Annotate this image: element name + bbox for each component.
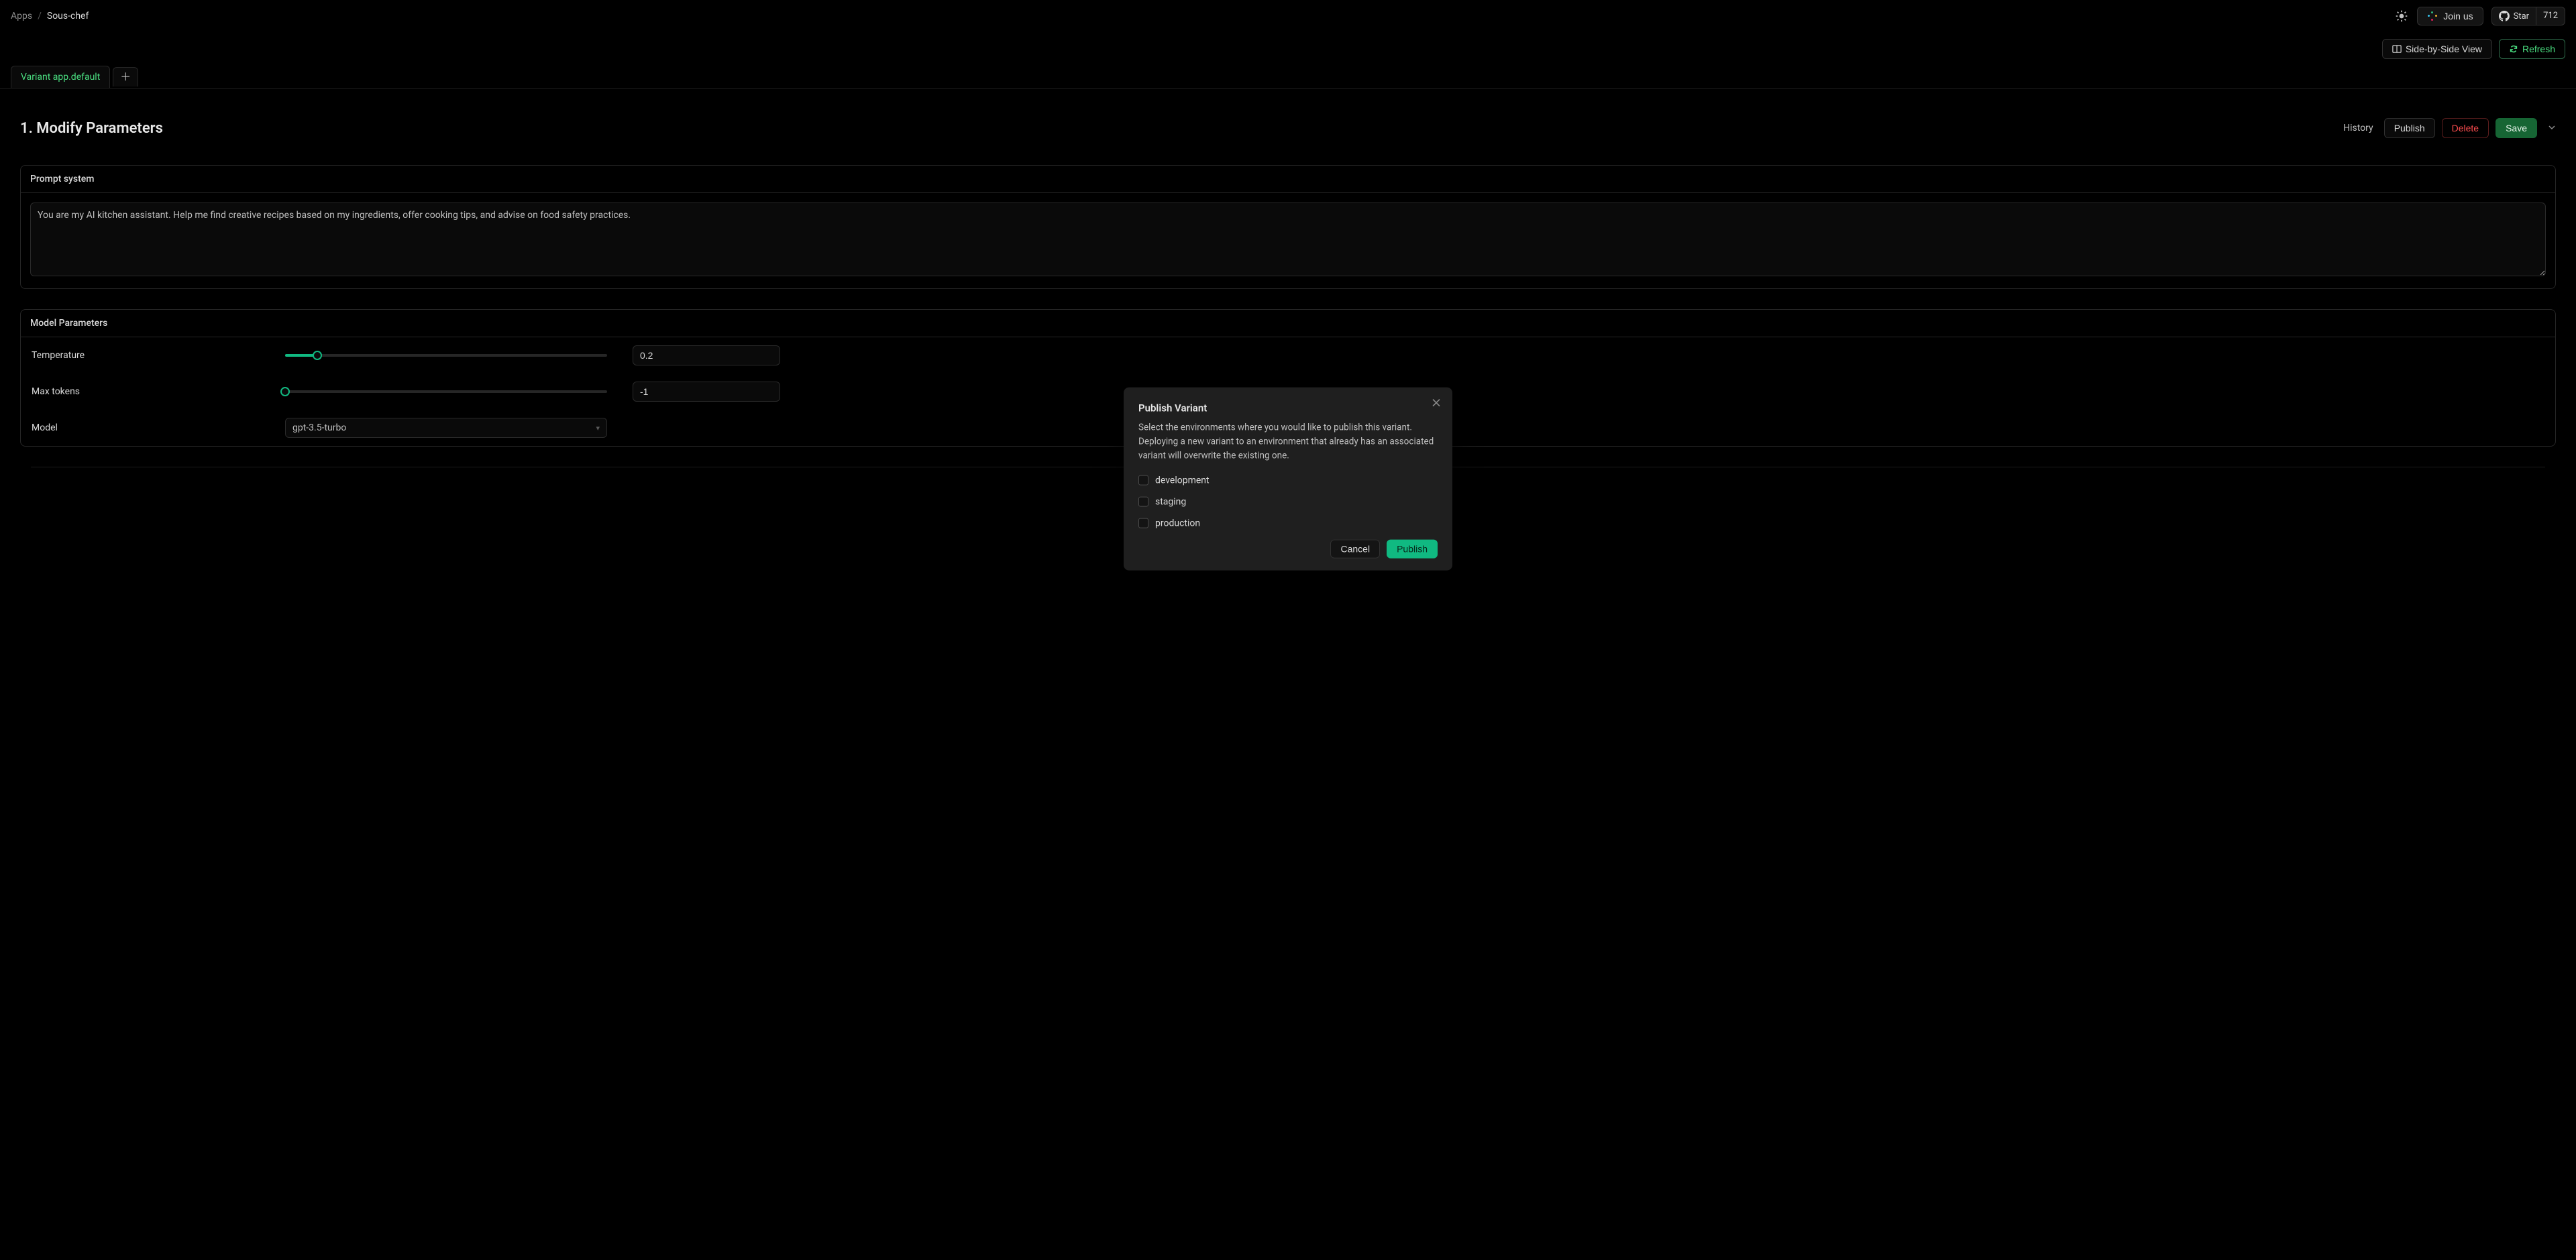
env-checkbox-development[interactable]: development — [1138, 475, 1438, 485]
modal-footer: Cancel Publish — [1138, 539, 1438, 558]
checkbox-icon — [1138, 518, 1148, 528]
env-checkbox-staging[interactable]: staging — [1138, 496, 1438, 507]
env-label-development: development — [1155, 475, 1210, 485]
close-icon — [1432, 397, 1441, 410]
modal-close-button[interactable] — [1430, 397, 1443, 410]
env-label-staging: staging — [1155, 496, 1186, 507]
checkbox-icon — [1138, 497, 1148, 507]
modal-backdrop[interactable] — [0, 0, 2576, 1260]
env-label-production: production — [1155, 518, 1200, 528]
modal-description: Select the environments where you would … — [1138, 421, 1438, 463]
checkbox-icon — [1138, 475, 1148, 485]
modal-title: Publish Variant — [1138, 402, 1438, 414]
publish-variant-modal: Publish Variant Select the environments … — [1124, 388, 1452, 571]
modal-publish-button[interactable]: Publish — [1387, 539, 1438, 558]
env-checkbox-production[interactable]: production — [1138, 518, 1438, 528]
modal-cancel-button[interactable]: Cancel — [1330, 539, 1380, 558]
